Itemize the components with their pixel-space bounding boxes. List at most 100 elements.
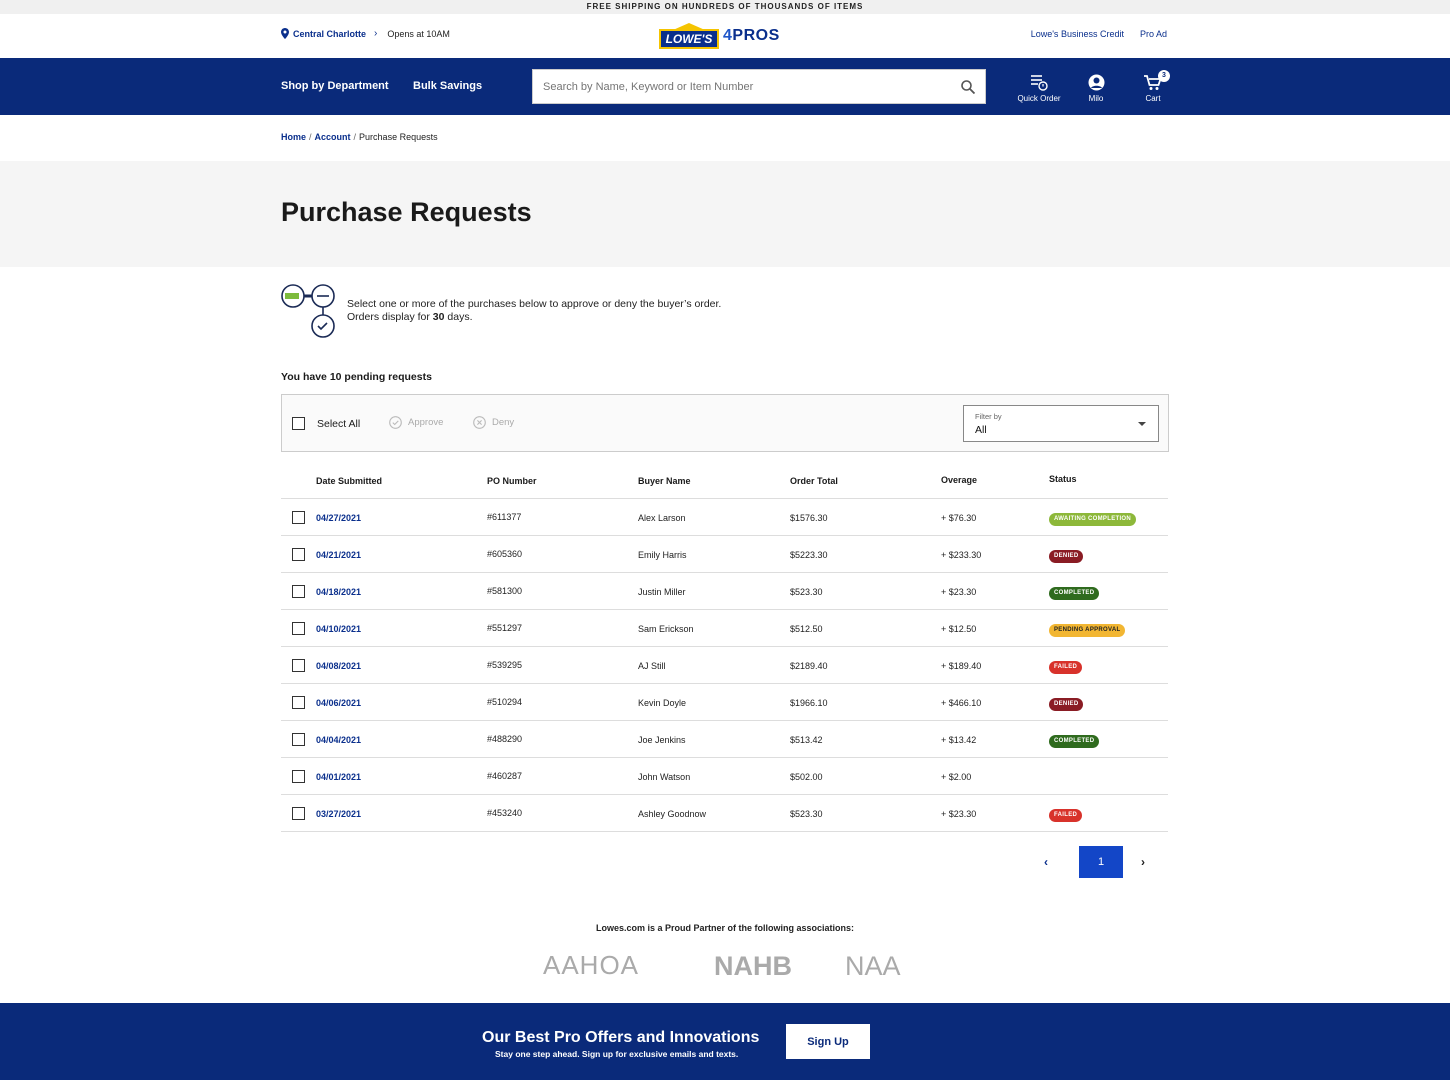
search-icon[interactable]	[961, 80, 975, 94]
row-checkbox[interactable]	[292, 548, 305, 561]
table-row[interactable]: 04/18/2021 #581300 Justin Miller $523.30 + $…	[281, 573, 1168, 610]
pagination: ‹ 1 ›	[0, 846, 1450, 878]
status-badge: PENDING APPROVAL	[1049, 624, 1126, 637]
row-checkbox[interactable]	[292, 770, 305, 783]
row-checkbox[interactable]	[292, 511, 305, 524]
cart-button[interactable]: 3 Cart	[1142, 70, 1170, 103]
status-badge: DENIED	[1049, 698, 1084, 711]
table-row[interactable]: 04/27/2021 #611377 Alex Larson $1576.30 + $7…	[281, 499, 1168, 536]
chevron-right-icon[interactable]: ›	[1141, 855, 1145, 869]
row-checkbox[interactable]	[292, 659, 305, 672]
x-circle-icon	[473, 416, 486, 429]
user-icon	[1088, 74, 1104, 91]
table-row[interactable]: 04/01/2021 #460287 John Watson $502.00 + $2.…	[281, 758, 1168, 795]
bulk-actions-toolbar: Select All Approve Deny Filter by All	[281, 394, 1169, 452]
main-nav: Shop by Department Bulk Savings Quick Or…	[0, 58, 1450, 115]
status-badge: COMPLETED	[1049, 587, 1100, 600]
row-date-link[interactable]: 04/21/2021	[316, 550, 361, 560]
row-date-link[interactable]: 03/27/2021	[316, 809, 361, 819]
newsletter-subtitle: Stay one step ahead. Sign up for exclusi…	[495, 1049, 739, 1059]
store-selector[interactable]: Central Charlotte › Opens at 10AM	[281, 28, 450, 39]
col-overage: Overage	[941, 475, 978, 485]
pro-ad-link[interactable]: Pro Ad	[1140, 29, 1167, 39]
row-po-number: #510294	[487, 697, 523, 707]
table-body: 04/27/2021 #611377 Alex Larson $1576.30 + $7…	[281, 499, 1168, 832]
row-date-link[interactable]: 04/04/2021	[316, 735, 361, 745]
breadcrumb-current: Purchase Requests	[359, 132, 438, 142]
status-badge: FAILED	[1049, 809, 1083, 822]
page-button-current[interactable]: 1	[1079, 846, 1123, 878]
breadcrumb-account[interactable]: Account	[315, 132, 351, 142]
col-po-number: PO Number	[487, 476, 537, 486]
row-buyer-name: John Watson	[638, 772, 691, 782]
filter-select[interactable]: Filter by All	[963, 405, 1159, 442]
utility-links: Lowe's Business Credit Pro Ad	[1031, 29, 1167, 39]
deny-button[interactable]: Deny	[473, 416, 514, 429]
col-date-submitted: Date Submitted	[316, 476, 383, 486]
cart-count-badge: 3	[1158, 70, 1170, 82]
row-date-link[interactable]: 04/18/2021	[316, 587, 361, 597]
status-badge: COMPLETED	[1049, 735, 1100, 748]
status-badge: FAILED	[1049, 661, 1083, 674]
row-checkbox[interactable]	[292, 622, 305, 635]
location-pin-icon	[281, 28, 289, 39]
store-name[interactable]: Central Charlotte	[293, 29, 366, 39]
row-order-total: $523.30	[790, 587, 823, 597]
search-input[interactable]	[533, 70, 933, 103]
table-row[interactable]: 04/10/2021 #551297 Sam Erickson $512.50 + $1…	[281, 610, 1168, 647]
row-po-number: #611377	[487, 512, 522, 522]
row-po-number: #551297	[487, 623, 523, 633]
shop-by-department-link[interactable]: Shop by Department	[281, 80, 389, 92]
row-buyer-name: AJ Still	[638, 661, 666, 671]
quick-order-button[interactable]: Quick Order	[1017, 74, 1061, 103]
sign-up-button[interactable]: Sign Up	[786, 1024, 870, 1059]
search-box	[532, 69, 986, 104]
row-checkbox[interactable]	[292, 696, 305, 709]
bulk-savings-link[interactable]: Bulk Savings	[413, 80, 482, 92]
row-date-link[interactable]: 04/10/2021	[316, 624, 361, 634]
row-buyer-name: Kevin Doyle	[638, 698, 687, 708]
lowes-4pros-logo[interactable]: LOWE'S 4PROS	[659, 23, 780, 49]
row-date-link[interactable]: 04/27/2021	[316, 513, 361, 523]
table-header: Date Submitted PO Number Buyer Name Orde…	[281, 460, 1168, 499]
row-overage: + $23.30	[941, 809, 977, 819]
row-po-number: #488290	[487, 734, 523, 744]
quick-order-icon	[1031, 75, 1048, 91]
approve-button[interactable]: Approve	[389, 416, 443, 429]
row-po-number: #581300	[487, 586, 523, 596]
approval-flow-icon	[281, 284, 335, 338]
row-date-link[interactable]: 04/08/2021	[316, 661, 361, 671]
table-row[interactable]: 03/27/2021 #453240 Ashley Goodnow $523.30 + …	[281, 795, 1168, 832]
check-circle-icon	[389, 416, 402, 429]
row-order-total: $1576.30	[790, 513, 828, 523]
table-row[interactable]: 04/21/2021 #605360 Emily Harris $5223.30 + $…	[281, 536, 1168, 573]
row-order-total: $512.50	[790, 624, 823, 634]
table-row[interactable]: 04/08/2021 #539295 AJ Still $2189.40 + $189.…	[281, 647, 1168, 684]
row-overage: + $233.30	[941, 550, 982, 560]
account-button[interactable]: Milo	[1084, 74, 1108, 103]
breadcrumb-home[interactable]: Home	[281, 132, 306, 142]
chevron-left-icon[interactable]: ‹	[1044, 855, 1048, 869]
store-hours: Opens at 10AM	[387, 28, 450, 39]
row-overage: + $13.42	[941, 735, 977, 745]
business-credit-link[interactable]: Lowe's Business Credit	[1031, 29, 1124, 39]
row-order-total: $1966.10	[790, 698, 828, 708]
row-date-link[interactable]: 04/01/2021	[316, 772, 361, 782]
row-checkbox[interactable]	[292, 585, 305, 598]
row-overage: + $76.30	[941, 513, 977, 523]
pros-logo-text: 4PROS	[723, 27, 780, 44]
row-buyer-name: Justin Miller	[638, 587, 686, 597]
status-badge: DENIED	[1049, 550, 1084, 563]
select-all[interactable]: Select All	[292, 417, 360, 430]
row-overage: + $189.40	[941, 661, 982, 671]
select-all-checkbox[interactable]	[292, 417, 305, 430]
row-checkbox[interactable]	[292, 733, 305, 746]
newsletter-signup-bar: Our Best Pro Offers and Innovations Stay…	[0, 1003, 1450, 1080]
chevron-right-icon[interactable]: ›	[374, 28, 377, 39]
table-row[interactable]: 04/06/2021 #510294 Kevin Doyle $1966.10 + $4…	[281, 684, 1168, 721]
pending-count: You have 10 pending requests	[281, 371, 432, 383]
row-checkbox[interactable]	[292, 807, 305, 820]
row-buyer-name: Ashley Goodnow	[638, 809, 707, 819]
table-row[interactable]: 04/04/2021 #488290 Joe Jenkins $513.42 + $13…	[281, 721, 1168, 758]
row-date-link[interactable]: 04/06/2021	[316, 698, 361, 708]
